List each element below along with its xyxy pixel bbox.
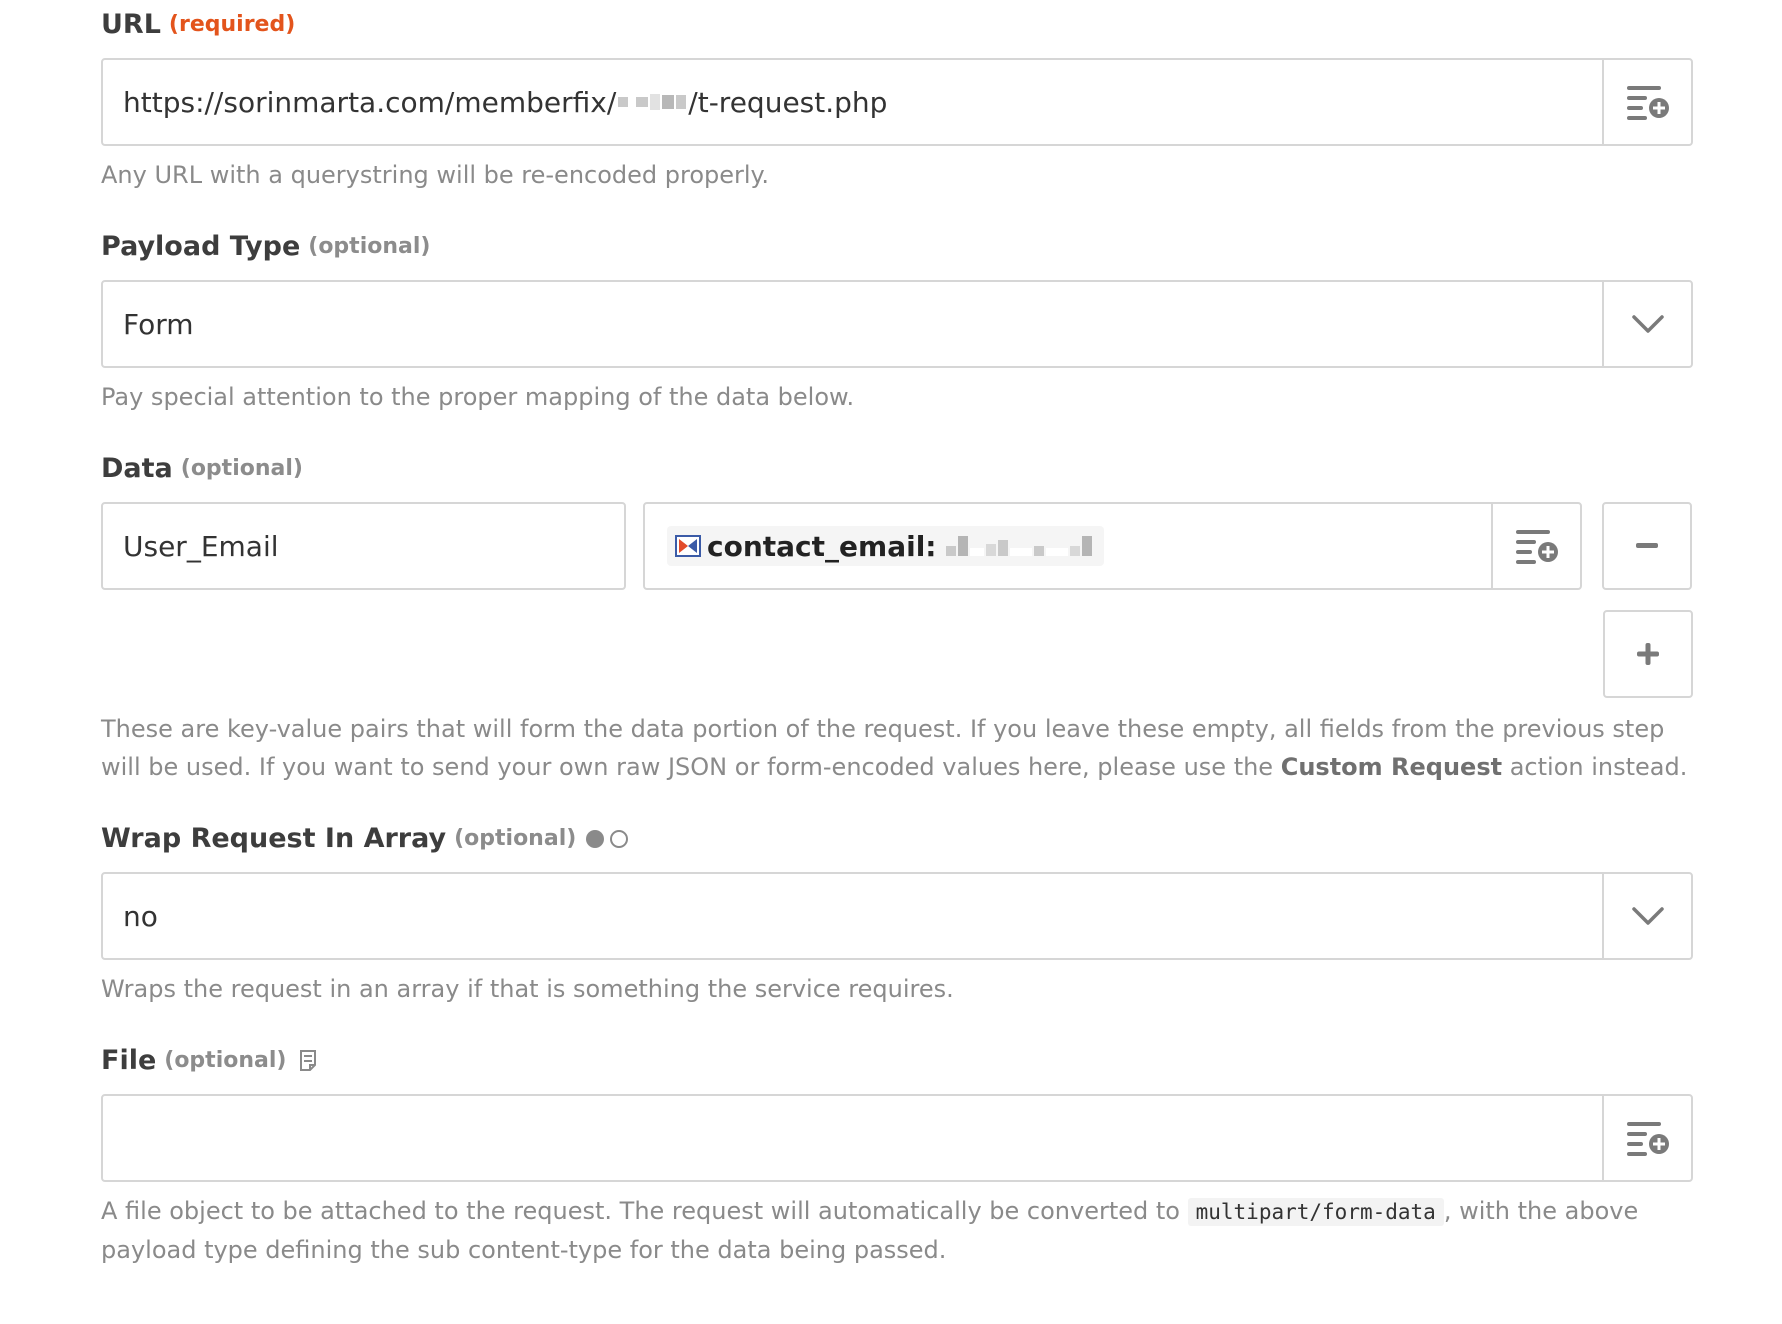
app-logo-icon xyxy=(675,535,701,557)
chevron-down-icon xyxy=(1631,315,1664,333)
file-help: A file object to be attached to the requ… xyxy=(101,1192,1693,1269)
url-help: Any URL with a querystring will be re-en… xyxy=(101,161,769,189)
payload-help: Pay special attention to the proper mapp… xyxy=(101,383,855,411)
file-help-text-1: A file object to be attached to the requ… xyxy=(101,1197,1188,1225)
url-label-row: URL (required) xyxy=(101,2,1693,48)
form-container: URL (required) https://sorinmarta.com/me… xyxy=(101,0,1693,1269)
data-key-box: User_Email xyxy=(101,502,626,590)
data-help-text-2: action instead. xyxy=(1502,753,1688,781)
file-input[interactable] xyxy=(103,1096,1602,1180)
url-value-prefix: https://sorinmarta.com/memberfix/ xyxy=(123,85,617,119)
url-value-suffix: /t-request.php xyxy=(688,85,888,119)
url-input[interactable]: https://sorinmarta.com/memberfix/ /t-req… xyxy=(103,60,1602,144)
insert-field-icon xyxy=(1626,1122,1669,1156)
data-label-row: Data (optional) xyxy=(101,446,1693,492)
payload-selected-value: Form xyxy=(123,307,194,341)
wrap-dropdown-button[interactable] xyxy=(1602,874,1691,958)
wrap-select[interactable]: no xyxy=(101,872,1693,960)
payload-label-row: Payload Type (optional) xyxy=(101,224,1693,270)
wrap-help: Wraps the request in an array if that is… xyxy=(101,975,954,1003)
content-type-code: multipart/form-data xyxy=(1187,1198,1444,1226)
optional-tag: (optional) xyxy=(180,456,303,481)
data-value-box: contact_email: xyxy=(643,502,1582,590)
chevron-down-icon xyxy=(1631,907,1664,925)
plus-icon xyxy=(1637,643,1659,665)
add-row-button[interactable] xyxy=(1603,610,1693,698)
data-insert-data-button[interactable] xyxy=(1491,504,1580,588)
custom-request-link: Custom Request xyxy=(1280,753,1503,781)
url-insert-data-button[interactable] xyxy=(1602,60,1691,144)
wrap-label: Wrap Request In Array xyxy=(101,823,447,854)
mode-toggle-empty-icon[interactable] xyxy=(610,830,629,848)
file-label-row: File (optional) xyxy=(101,1038,1693,1084)
data-help: These are key-value pairs that will form… xyxy=(101,710,1693,786)
data-value-input[interactable]: contact_email: xyxy=(645,504,1491,588)
url-input-box: https://sorinmarta.com/memberfix/ /t-req… xyxy=(101,58,1693,146)
file-input-box xyxy=(101,1094,1693,1182)
insert-field-icon xyxy=(1626,86,1669,120)
optional-tag: (optional) xyxy=(164,1048,287,1073)
minus-icon xyxy=(1636,543,1658,548)
payload-dropdown-button[interactable] xyxy=(1602,282,1691,366)
url-label: URL xyxy=(101,9,161,40)
payload-label: Payload Type xyxy=(101,231,301,262)
file-label: File xyxy=(101,1045,157,1076)
document-icon xyxy=(300,1050,317,1071)
optional-tag: (optional) xyxy=(308,234,431,259)
required-tag: (required) xyxy=(168,12,296,37)
wrap-selected-value: no xyxy=(123,899,158,933)
remove-row-button[interactable] xyxy=(1602,502,1692,590)
token-label: contact_email: xyxy=(707,529,937,563)
redacted-value xyxy=(946,536,1093,556)
data-key-input[interactable]: User_Email xyxy=(103,504,624,588)
optional-tag: (optional) xyxy=(454,826,577,851)
file-insert-data-button[interactable] xyxy=(1602,1096,1691,1180)
payload-select[interactable]: Form xyxy=(101,280,1693,368)
data-label: Data xyxy=(101,453,173,484)
insert-field-icon xyxy=(1515,530,1558,564)
mapped-field-token[interactable]: contact_email: xyxy=(667,526,1105,566)
wrap-label-row: Wrap Request In Array (optional) xyxy=(101,816,1693,862)
redacted-segment xyxy=(618,94,687,110)
mode-toggle-filled-icon[interactable] xyxy=(586,830,605,848)
